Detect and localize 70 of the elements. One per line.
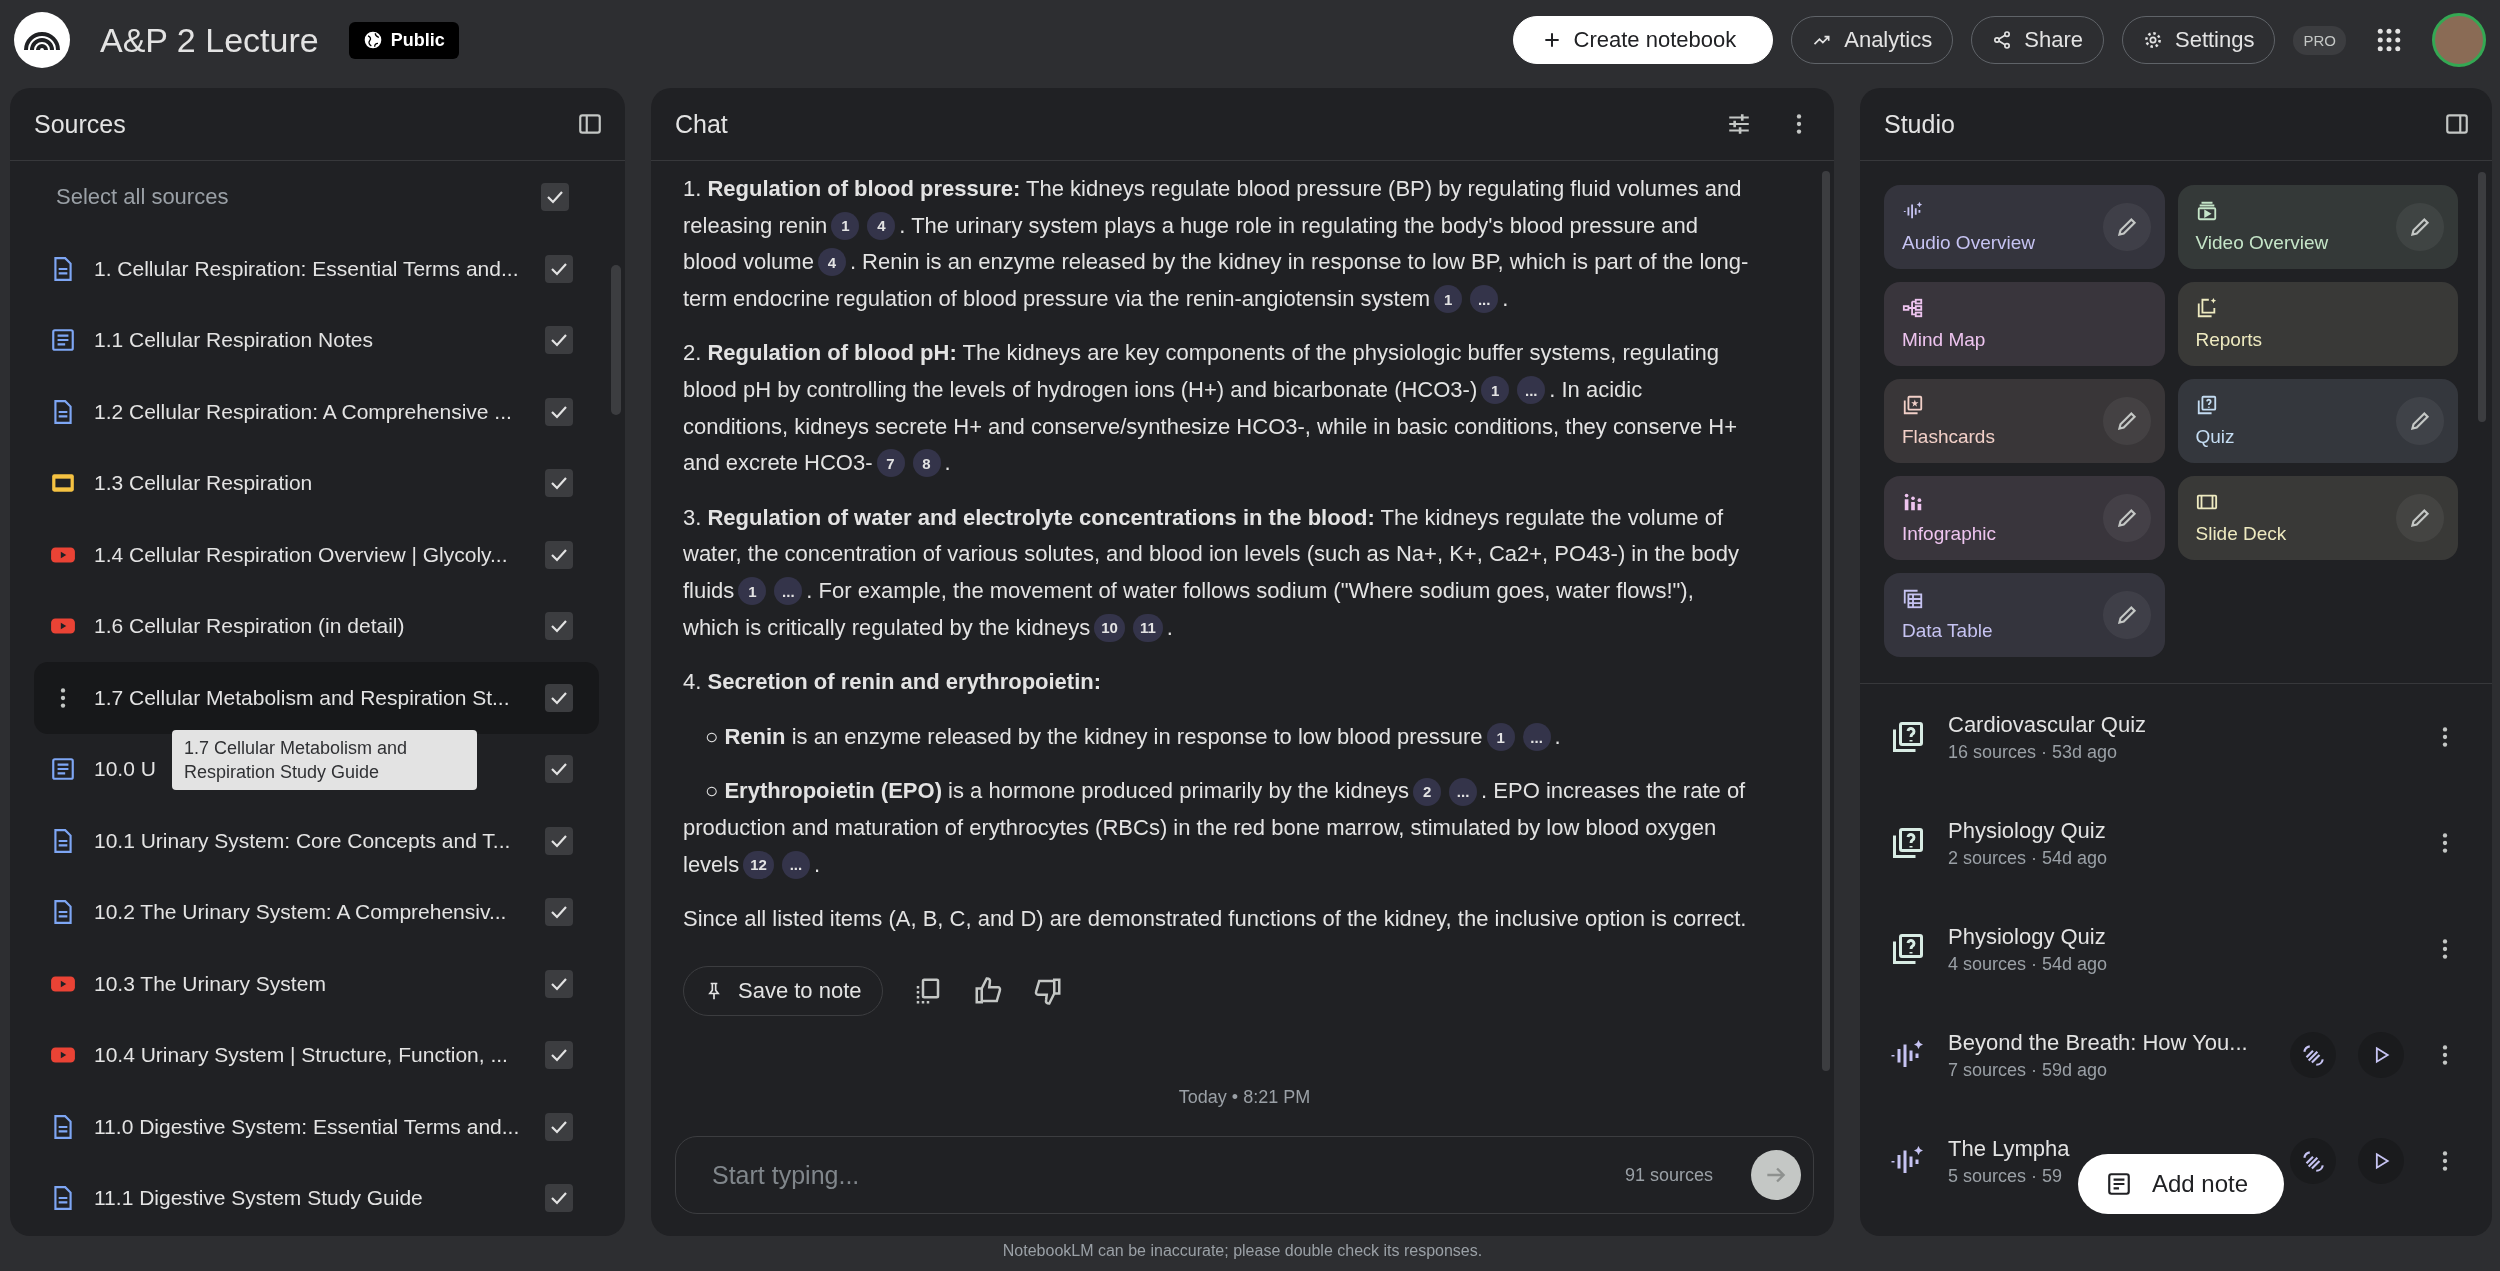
answer-text: . bbox=[1166, 613, 1173, 642]
source-title: 10.1 Urinary System: Core Concepts and T... bbox=[94, 828, 511, 853]
answer-text: . In acidic bbox=[1549, 375, 1643, 404]
tooltip: 1.7 Cellular Metabolism and Respiration Study Guide bbox=[172, 729, 477, 790]
answer-text: 3. Regulation of water and electrolyte concentrations in the blood: The kidneys regulate the volume of bbox=[683, 503, 1723, 532]
answer-text: 2. Regulation of blood pH: The kidneys are key components of the physiologic buffer systems, regulating bbox=[683, 339, 1720, 368]
answer-text: conditions, kidneys secrete H+ and conserve/synthesize HCO3-, while in basic conditions, they conserve H+ bbox=[683, 412, 1738, 441]
source-title: 1.3 Cellular Respiration bbox=[94, 471, 313, 496]
note-meta: 7 sources · 59d ago bbox=[1948, 1059, 2109, 1081]
answer-text: levels bbox=[683, 850, 740, 879]
answer-text: blood pH by controlling the levels of hydrogen ions (H+) and bicarbonate (HCO3-) bbox=[683, 375, 1478, 404]
source-title: 1.2 Cellular Respiration: A Comprehensive ... bbox=[94, 399, 512, 424]
plan-badge: PRO bbox=[2293, 25, 2346, 55]
source-title: 11.1 Digestive System Study Guide bbox=[94, 1186, 423, 1211]
tile-label: Video Overview bbox=[2195, 232, 2329, 254]
note-title: Beyond the Breath: How You... bbox=[1948, 1029, 2248, 1056]
answer-text: ○ Erythropoietin (EPO) is a hormone produced primarily by the kidneys bbox=[705, 777, 1410, 806]
note-title: Cardiovascular Quiz bbox=[1948, 711, 2147, 738]
tile-label: Audio Overview bbox=[1902, 232, 2036, 254]
tile-label: Flashcards bbox=[1902, 426, 1995, 448]
panel-title: Chat bbox=[675, 109, 728, 139]
panel-title: Sources bbox=[34, 109, 126, 139]
source-title: 11.0 Digestive System: Essential Terms and... bbox=[94, 1114, 520, 1139]
source-title: 1.7 Cellular Metabolism and Respiration St... bbox=[94, 685, 510, 710]
answer-text: . EPO increases the rate of bbox=[1481, 777, 1746, 806]
note-title: Physiology Quiz bbox=[1948, 923, 2107, 950]
source-title: 10.3 The Urinary System bbox=[94, 971, 326, 996]
answer-text: which is critically regulated by the kidneys bbox=[683, 613, 1091, 642]
tile-label: Reports bbox=[2195, 329, 2263, 351]
source-title: 1.6 Cellular Respiration (in detail) bbox=[94, 614, 405, 639]
note-title: Physiology Quiz bbox=[1948, 817, 2107, 844]
note-title: The Lympha bbox=[1948, 1135, 2070, 1162]
answer-text: water, the concentration of various solutes, and blood ion levels (such as Na+, K+, Ca2+, PO43-) in the body bbox=[683, 540, 1739, 569]
answer-text: . bbox=[1502, 284, 1509, 313]
message-timestamp: Today • 8:21 PM bbox=[1177, 1087, 1312, 1108]
tile-label: Data Table bbox=[1902, 620, 1993, 642]
source-title: 1.1 Cellular Respiration Notes bbox=[94, 328, 373, 353]
tile-label: Infographic bbox=[1902, 523, 1996, 545]
source-title: 1.4 Cellular Respiration Overview | Glycoly... bbox=[94, 542, 508, 567]
answer-text: . bbox=[944, 449, 951, 478]
source-count: 91 sources bbox=[1624, 1164, 1713, 1186]
note-meta: 16 sources · 53d ago bbox=[1948, 741, 2119, 763]
answer-text: and excrete HCO3- bbox=[683, 449, 873, 478]
source-title: 1. Cellular Respiration: Essential Terms and... bbox=[94, 256, 519, 281]
disclaimer-text: NotebookLM can be inaccurate; please double check its responses. bbox=[1001, 1242, 1484, 1260]
source-title: 10.4 Urinary System | Structure, Function, ... bbox=[94, 1043, 508, 1068]
source-title: 10.2 The Urinary System: A Comprehensiv... bbox=[94, 900, 507, 925]
answer-text: . For example, the movement of water follows sodium ("Where sodium goes, water flows!"), bbox=[806, 576, 1694, 605]
answer-text: blood volume bbox=[683, 248, 814, 277]
note-meta: 5 sources · 59 bbox=[1948, 1165, 2064, 1187]
answer-text: fluids bbox=[683, 576, 735, 605]
answer-text: production and maturation of erythrocytes (RBCs) in the red bone marrow, stimulated by low blood oxygen bbox=[683, 813, 1717, 842]
answer-text: . The urinary system plays a huge role in regulating the body's blood pressure and bbox=[899, 211, 1698, 240]
answer-text: 4. Secretion of renin and erythropoietin: bbox=[683, 668, 1102, 697]
answer-text: . bbox=[1554, 722, 1561, 751]
panel-title: Studio bbox=[1884, 109, 1955, 139]
answer-text: Since all listed items (A, B, C, and D) are demonstrated functions of the kidney, the inclusive option is correct. bbox=[683, 905, 1747, 934]
answer-text: term endocrine regulation of blood pressure via the renin-angiotensin system bbox=[683, 284, 1431, 313]
answer-text: . Renin is an enzyme released by the kidney in response to low BP, which is part of the long- bbox=[849, 248, 1749, 277]
answer-text: ○ Renin is an enzyme released by the kidney in response to low blood pressure bbox=[705, 722, 1483, 751]
tile-label: Mind Map bbox=[1902, 329, 1986, 351]
answer-text: . bbox=[813, 850, 821, 879]
select-all-label: Select all sources bbox=[56, 184, 229, 210]
answer-text: releasing renin bbox=[683, 211, 828, 240]
note-meta: 4 sources · 54d ago bbox=[1948, 953, 2108, 975]
tile-label: Slide Deck bbox=[2195, 523, 2287, 545]
source-title: 10.0 U bbox=[94, 757, 156, 782]
tile-label: Quiz bbox=[2195, 426, 2235, 448]
note-meta: 2 sources · 54d ago bbox=[1948, 847, 2108, 869]
answer-text: 1. Regulation of blood pressure: The kidneys regulate blood pressure (BP) by regulating fluid volumes and bbox=[683, 175, 1742, 203]
